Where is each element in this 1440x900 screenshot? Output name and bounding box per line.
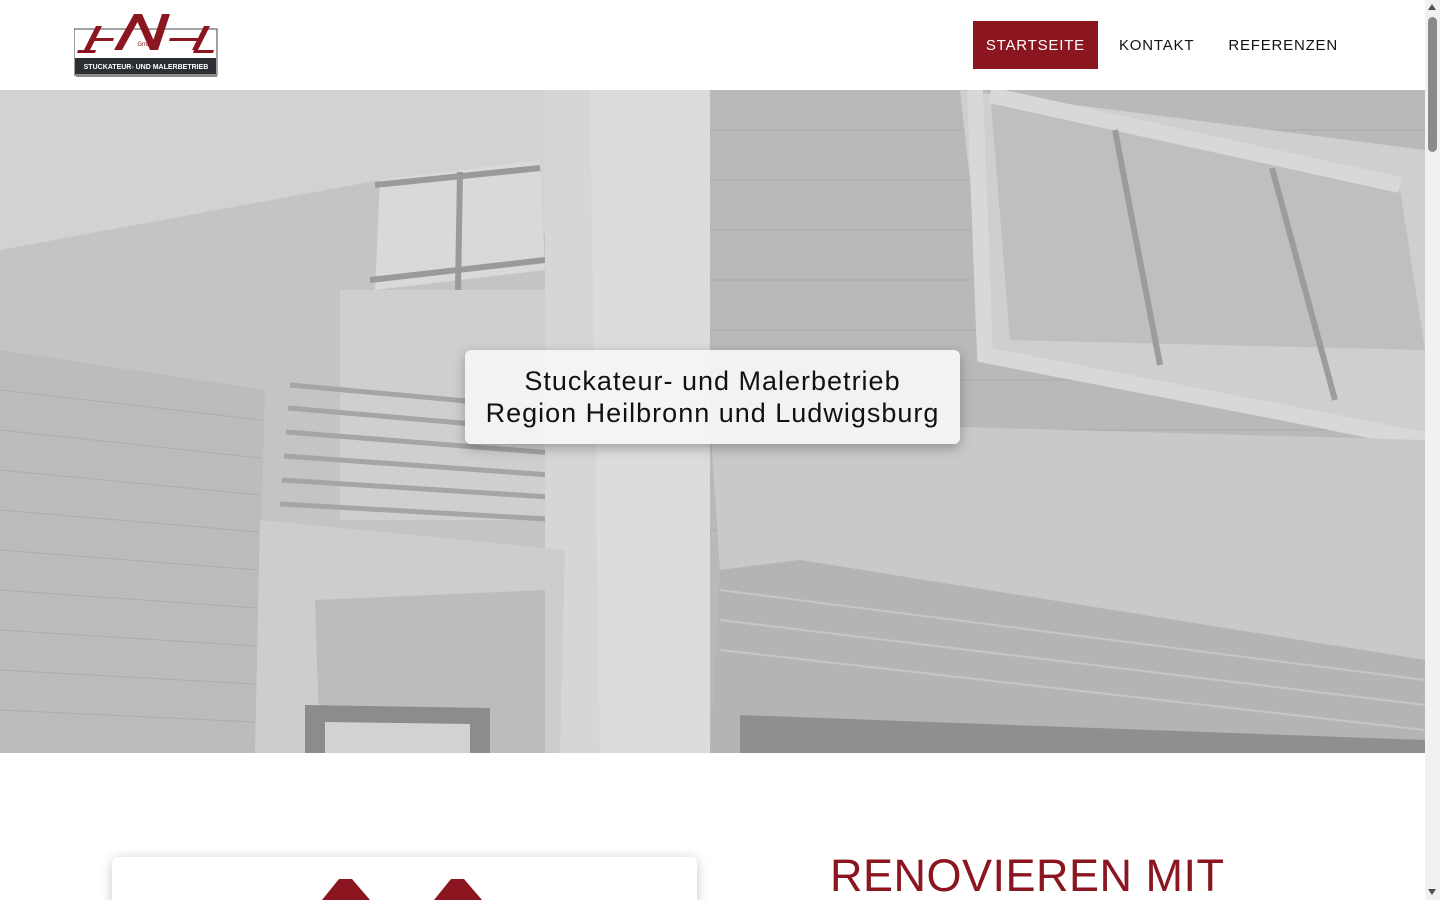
hero-banner: Stuckateur- und Malerbetrieb Region Heil… bbox=[0, 90, 1425, 753]
nav-item-startseite[interactable]: STARTSEITE bbox=[972, 21, 1098, 69]
logo-peaks-icon bbox=[322, 879, 482, 900]
nav-item-referenzen[interactable]: REFERENZEN bbox=[1215, 21, 1351, 69]
scroll-down-icon[interactable] bbox=[1428, 889, 1436, 895]
logo-suffix: GmbH bbox=[137, 42, 154, 48]
section-heading: RENOVIEREN MIT bbox=[830, 850, 1225, 900]
logo-card bbox=[112, 857, 697, 900]
page-scrollbar[interactable] bbox=[1425, 0, 1440, 900]
logo-tagline: STUCKATEUR- UND MALERBETRIEB bbox=[84, 64, 209, 71]
hero-title-line-1: Stuckateur- und Malerbetrieb bbox=[524, 366, 901, 396]
nav-item-kontakt[interactable]: KONTAKT bbox=[1106, 21, 1207, 69]
hero-title-card: Stuckateur- und Malerbetrieb Region Heil… bbox=[465, 350, 960, 444]
hero-title-line-2: Region Heilbronn und Ludwigsburg bbox=[485, 398, 940, 428]
hmh-logo-icon: GmbH STUCKATEUR- UND MALERBETRIEB bbox=[73, 14, 218, 77]
scroll-up-icon[interactable] bbox=[1428, 4, 1436, 10]
company-logo[interactable]: GmbH STUCKATEUR- UND MALERBETRIEB bbox=[73, 12, 218, 78]
main-nav: STARTSEITE KONTAKT REFERENZEN bbox=[965, 21, 1351, 69]
scrollbar-thumb[interactable] bbox=[1428, 17, 1437, 152]
site-header: GmbH STUCKATEUR- UND MALERBETRIEB STARTS… bbox=[0, 0, 1425, 90]
